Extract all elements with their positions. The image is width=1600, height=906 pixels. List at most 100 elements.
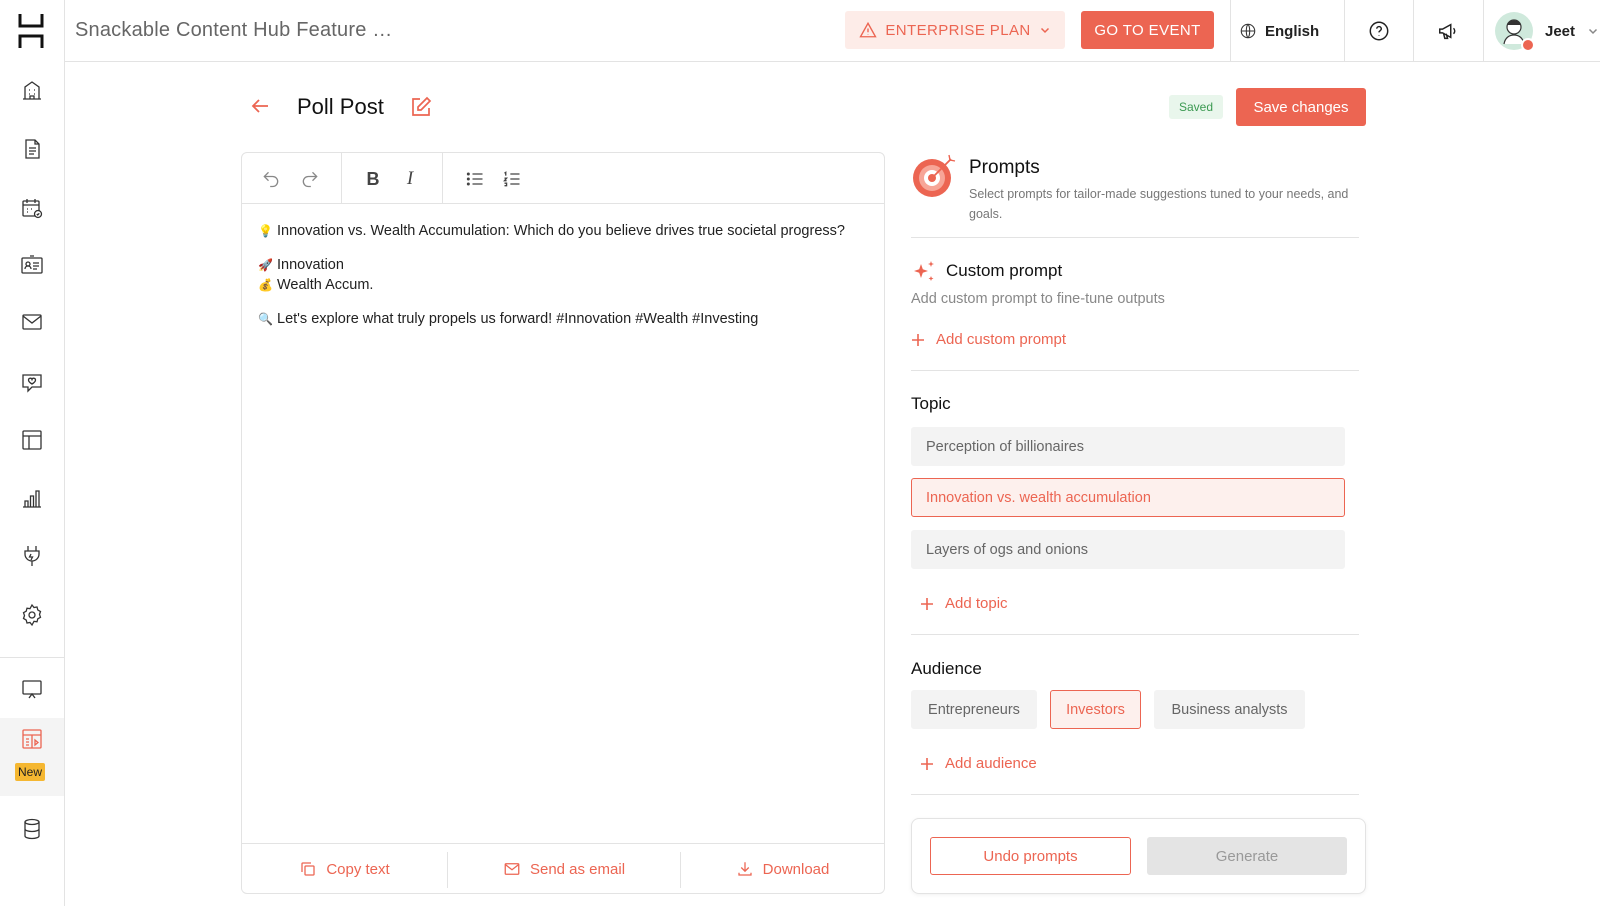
add-audience-label: Add audience (945, 755, 1037, 772)
plan-label: ENTERPRISE PLAN (885, 21, 1031, 39)
send-email-button[interactable]: Send as email (448, 844, 680, 894)
add-custom-prompt-button[interactable]: Add custom prompt (911, 331, 1066, 348)
add-audience-button[interactable]: Add audience (920, 755, 1037, 772)
sidebar-item-pages[interactable] (0, 411, 64, 469)
globe-icon (1240, 23, 1256, 39)
saved-badge: Saved (1169, 95, 1223, 119)
editor-toolbar: B I (242, 153, 884, 204)
redo-icon (302, 171, 318, 188)
poll-question: Innovation vs. Wealth Accumulation: Whic… (277, 223, 845, 239)
enterprise-plan-button[interactable]: ENTERPRISE PLAN (845, 11, 1065, 49)
add-topic-button[interactable]: Add topic (920, 595, 1008, 612)
sidebar-item-email[interactable] (0, 293, 64, 351)
audience-chip[interactable]: Business analysts (1154, 690, 1305, 729)
topic-option[interactable]: Layers of ogs and onions (911, 530, 1345, 569)
announcements-button[interactable] (1414, 0, 1482, 62)
prompt-actions: Undo prompts Generate (911, 818, 1366, 894)
audience-chip-selected[interactable]: Investors (1050, 690, 1141, 729)
poll-cta: Let's explore what truly propels us forw… (277, 311, 759, 327)
copy-text-button[interactable]: Copy text (242, 844, 447, 894)
plug-icon (24, 546, 40, 566)
download-button[interactable]: Download (681, 844, 884, 894)
help-button[interactable] (1345, 0, 1413, 62)
sparkles-icon (914, 261, 934, 281)
top-header: Snackable Content Hub Feature … ENTERPRI… (65, 0, 1600, 62)
sidebar-item-settings[interactable] (0, 586, 64, 644)
database-icon (24, 818, 40, 840)
prompts-title: Prompts (969, 157, 1040, 178)
numbered-list-icon (503, 171, 520, 187)
poll-option-line: 💰 Wealth Accum. (258, 275, 868, 295)
sidebar-item-data[interactable] (0, 800, 64, 858)
toolbar-divider (442, 153, 443, 204)
redo-button[interactable] (297, 166, 323, 192)
header-divider (1230, 0, 1231, 62)
sidebar-item-engagement[interactable] (0, 353, 64, 411)
sidebar-item-presentation[interactable] (0, 660, 64, 718)
undo-button[interactable] (258, 166, 284, 192)
plus-icon (912, 333, 924, 346)
username: Jeet (1545, 22, 1576, 40)
custom-prompt-title: Custom prompt (946, 261, 1063, 280)
section-divider (911, 370, 1359, 371)
topic-option[interactable]: Perception of billionaires (911, 427, 1345, 466)
page-title: Poll Post (297, 94, 384, 119)
audience-chip[interactable]: Entrepreneurs (911, 690, 1037, 729)
contact-card-icon (21, 255, 43, 274)
poll-cta-line: 🔍 Let's explore what truly propels us for… (258, 309, 868, 329)
italic-button[interactable]: I (397, 166, 423, 192)
plus-icon (921, 757, 933, 770)
edit-icon[interactable] (409, 95, 433, 119)
post-editor: B I 💡 Innovation vs. Wealth Accumulation:… (241, 152, 885, 894)
sidebar-item-analytics[interactable] (0, 469, 64, 527)
magnifier-icon: 🔍 (258, 312, 273, 326)
bullet-list-button[interactable] (462, 166, 488, 192)
building-icon (23, 81, 41, 100)
target-icon (913, 154, 956, 197)
back-arrow-icon[interactable] (248, 94, 272, 118)
sidebar-item-documents[interactable] (0, 120, 64, 178)
topic-option-selected[interactable]: Innovation vs. wealth accumulation (911, 478, 1345, 517)
add-custom-prompt-label: Add custom prompt (936, 331, 1067, 348)
copy-icon (301, 862, 315, 876)
go-to-event-button[interactable]: GO TO EVENT (1081, 11, 1214, 49)
document-icon (25, 139, 40, 159)
mail-icon (504, 863, 520, 875)
editor-content[interactable]: 💡 Innovation vs. Wealth Accumulation: Whi… (258, 221, 868, 343)
chevron-down-icon (1589, 28, 1598, 35)
user-menu[interactable]: Jeet (1495, 0, 1599, 62)
sidebar-item-attendees[interactable] (0, 236, 64, 294)
mail-icon (22, 314, 42, 330)
save-changes-button[interactable]: Save changes (1236, 88, 1366, 126)
numbered-list-button[interactable] (499, 166, 525, 192)
bold-button[interactable]: B (360, 166, 386, 192)
audience-title: Audience (911, 659, 982, 678)
poll-question-line: 💡 Innovation vs. Wealth Accumulation: Whi… (258, 221, 868, 241)
chevron-down-icon (1040, 27, 1049, 34)
plus-icon (921, 597, 933, 610)
language-label: English (1265, 22, 1320, 40)
undo-prompts-button[interactable]: Undo prompts (930, 837, 1131, 875)
warning-icon (859, 21, 878, 38)
presentation-icon (22, 680, 42, 699)
download-label: Download (762, 860, 830, 878)
topic-title: Topic (911, 394, 951, 413)
sidebar-item-schedule[interactable] (0, 179, 64, 237)
section-divider (911, 634, 1359, 635)
chat-heart-icon (22, 374, 42, 393)
poll-option-line: 🚀 Innovation (258, 255, 868, 275)
app-logo[interactable] (18, 14, 44, 48)
notification-dot (1521, 38, 1535, 52)
editor-footer: Copy text Send as email Download (242, 843, 884, 893)
layout-icon (22, 430, 42, 450)
bar-chart-icon (23, 490, 41, 508)
language-selector[interactable]: English (1239, 0, 1319, 62)
avatar (1495, 12, 1535, 52)
generate-button[interactable]: Generate (1147, 837, 1347, 875)
money-bag-icon: 💰 (258, 278, 273, 292)
sidebar-item-content-hub-icon[interactable] (0, 714, 64, 764)
poll-option-1: Innovation (277, 257, 344, 273)
sidebar-item-events[interactable] (0, 61, 64, 119)
sidebar-item-integrations[interactable] (0, 527, 64, 585)
bullet-list-icon (466, 172, 483, 186)
